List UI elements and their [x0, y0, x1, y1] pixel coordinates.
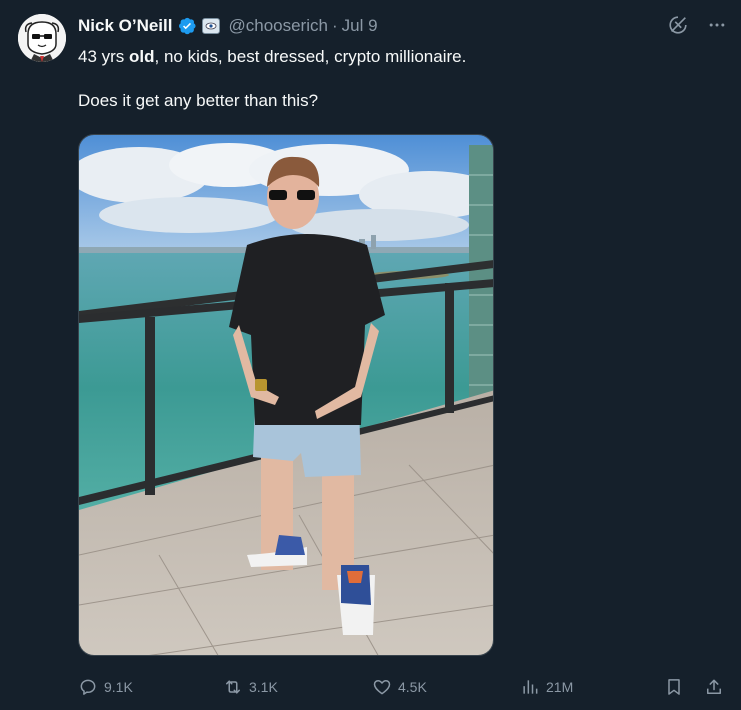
repost-button[interactable]: 3.1K — [223, 674, 278, 700]
bookmark-button[interactable] — [664, 674, 684, 700]
share-icon — [707, 679, 721, 694]
text-bold-segment: old — [129, 47, 155, 66]
bookmark-icon — [668, 679, 680, 695]
reply-icon — [80, 679, 96, 695]
tweet-text-line-2: Does it get any better than this? — [78, 91, 319, 110]
tweet-header: Nick O’Neill @chooserich · Jul 9 — [78, 15, 378, 37]
share-button[interactable] — [704, 674, 724, 700]
photo-man-on-balcony — [79, 135, 493, 655]
more-icon[interactable] — [707, 15, 727, 35]
avatar-illustration — [18, 14, 66, 62]
tweet-text: 43 yrs old, no kids, best dressed, crypt… — [78, 46, 718, 112]
author-name[interactable]: Nick O’Neill — [78, 16, 172, 36]
tweet-card[interactable]: Nick O’Neill @chooserich · Jul 9 43 yrs … — [0, 0, 741, 710]
author-handle[interactable]: @chooserich — [228, 16, 327, 36]
text-segment: , no kids, best dressed, crypto milliona… — [154, 47, 467, 66]
reply-count: 9.1K — [104, 679, 133, 695]
top-right-actions — [667, 14, 727, 36]
tweet-text-line-1: 43 yrs old, no kids, best dressed, crypt… — [78, 46, 718, 68]
tweet-photo[interactable] — [78, 134, 494, 656]
separator-dot: · — [331, 16, 338, 35]
text-segment: 43 yrs — [78, 47, 130, 66]
repost-icon — [226, 680, 240, 694]
like-count: 4.5K — [398, 679, 427, 695]
tweet-date[interactable]: Jul 9 — [342, 16, 378, 36]
affiliate-badge-icon[interactable] — [202, 18, 221, 34]
views-icon — [523, 680, 538, 694]
grok-icon[interactable] — [667, 14, 689, 36]
reply-button[interactable]: 9.1K — [78, 674, 133, 700]
tweet-action-bar: 9.1K 3.1K 4.5K 21M — [78, 674, 730, 700]
views-button[interactable]: 21M — [520, 674, 573, 700]
avatar[interactable] — [18, 14, 66, 62]
like-icon — [373, 680, 391, 695]
repost-count: 3.1K — [249, 679, 278, 695]
verified-badge-icon[interactable] — [177, 16, 197, 36]
views-count: 21M — [546, 679, 574, 695]
like-button[interactable]: 4.5K — [372, 674, 427, 700]
